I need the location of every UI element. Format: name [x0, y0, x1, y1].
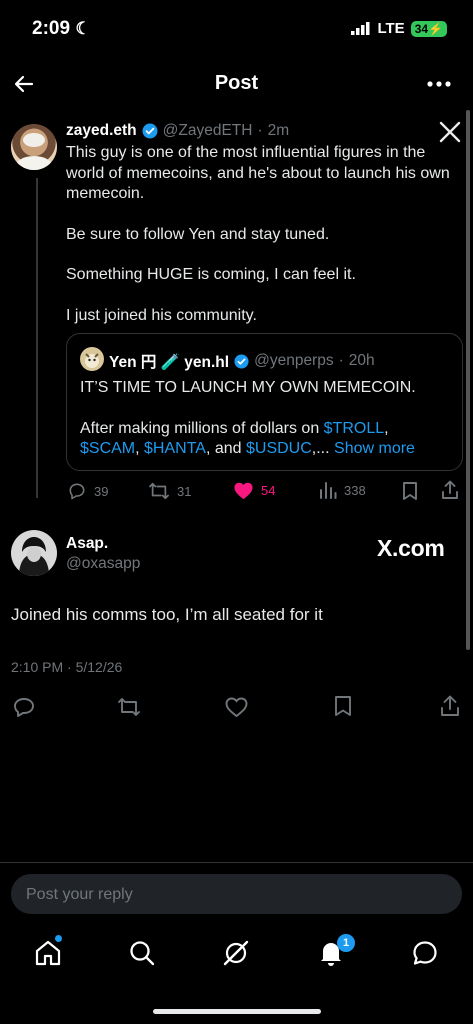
post-paragraph: This guy is one of the most influential … — [66, 144, 450, 202]
notifications-badge: 1 — [337, 934, 355, 952]
bookmark-icon[interactable] — [333, 695, 353, 718]
search-icon[interactable] — [128, 939, 156, 967]
reply-author-handle[interactable]: @oxasapp — [66, 555, 140, 573]
quoted-post-age: 20h — [348, 352, 375, 369]
like-count: 54 — [261, 483, 276, 498]
battery-level: 34 — [414, 21, 429, 36]
separator-dot: · — [257, 122, 263, 139]
network-label: LTE — [377, 20, 405, 37]
like-action[interactable]: 54 — [233, 481, 275, 500]
reply-icon[interactable] — [12, 696, 36, 718]
thread-line — [36, 178, 38, 498]
status-time: 2:09 ☾ — [32, 18, 91, 40]
reply-timestamp: 2:10 PM · 5/12/26 — [11, 659, 123, 675]
cashtag-link[interactable]: $HANTA — [144, 440, 206, 457]
heart-icon[interactable] — [224, 696, 249, 718]
views-action[interactable]: 338 — [319, 481, 366, 499]
home-unread-dot — [55, 935, 62, 942]
messages-icon[interactable] — [411, 939, 439, 967]
battery-icon: 34⚡ — [410, 20, 447, 37]
moon-icon: ☾ — [75, 19, 91, 38]
cashtag-link[interactable]: $USDUC — [246, 440, 312, 457]
quoted-author-name: Yen 円 🧪 yen.hl — [109, 354, 230, 371]
post-paragraph: I just joined his community. — [66, 306, 257, 324]
home-indicator — [153, 1009, 321, 1014]
separator-dot: · — [338, 352, 344, 369]
more-options-icon[interactable] — [426, 80, 452, 88]
verified-badge-icon — [234, 353, 249, 369]
post-paragraph: Be sure to follow Yen and stay tuned. — [66, 225, 330, 243]
grok-icon[interactable] — [221, 938, 251, 968]
avatar[interactable] — [11, 530, 57, 576]
reply-text: Joined his comms too, I’m all seated for… — [11, 605, 323, 624]
views-count: 338 — [344, 482, 366, 498]
signal-icon — [351, 22, 371, 35]
cashtag-link[interactable]: $TROLL — [324, 420, 384, 437]
share-icon[interactable] — [441, 480, 459, 500]
bookmark-icon[interactable] — [402, 481, 418, 501]
verified-badge-icon — [142, 123, 158, 139]
views-chart-icon — [319, 481, 337, 499]
heart-filled-icon — [233, 481, 254, 500]
quoted-text: After making millions of dollars on — [80, 419, 324, 437]
repost-action[interactable]: 31 — [148, 481, 191, 501]
quoted-avatar — [80, 347, 104, 371]
post-age: 2m — [267, 122, 290, 139]
scrollbar[interactable] — [466, 110, 470, 650]
author-handle[interactable]: @ZayedETH — [163, 122, 253, 140]
cashtag-link[interactable]: $SCAM — [80, 440, 135, 457]
quoted-post-header: Yen 円 🧪 yen.hl @yenperps · 20h — [109, 350, 375, 372]
repost-count: 31 — [177, 483, 192, 499]
reply-count: 39 — [94, 483, 109, 499]
reply-author-name[interactable]: Asap. — [66, 535, 108, 553]
divider — [0, 862, 473, 863]
badge-count: 1 — [342, 937, 350, 949]
reply-placeholder: Post your reply — [26, 886, 133, 903]
status-indicators: LTE 34⚡ — [351, 20, 447, 37]
author-name[interactable]: zayed.eth — [66, 122, 137, 140]
x-com-watermark: X.com — [377, 535, 445, 561]
quoted-author-handle: @yenperps — [254, 352, 334, 369]
post-paragraph: Something HUGE is coming, I can feel it. — [66, 266, 356, 283]
reply-action[interactable]: 39 — [67, 481, 108, 501]
home-icon[interactable] — [34, 939, 62, 967]
quoted-line: IT’S TIME TO LAUNCH MY OWN MEMECOIN. — [80, 379, 416, 396]
post-body: This guy is one of the most influential … — [66, 143, 466, 326]
page-title: Post — [214, 72, 259, 94]
x-logo-icon — [439, 121, 461, 143]
reply-icon — [67, 481, 87, 501]
quoted-line-2: After making millions of dollars on $TRO… — [80, 419, 415, 458]
clock-text: 2:09 — [32, 18, 71, 39]
show-more-link[interactable]: Show more — [334, 440, 415, 457]
post-header: zayed.eth @ZayedETH · 2m — [66, 122, 289, 140]
share-icon[interactable] — [439, 694, 461, 718]
repost-icon — [148, 481, 170, 501]
quoted-post-body: IT’S TIME TO LAUNCH MY OWN MEMECOIN. Aft… — [80, 378, 452, 460]
avatar[interactable] — [11, 124, 57, 170]
repost-icon[interactable] — [116, 696, 142, 718]
